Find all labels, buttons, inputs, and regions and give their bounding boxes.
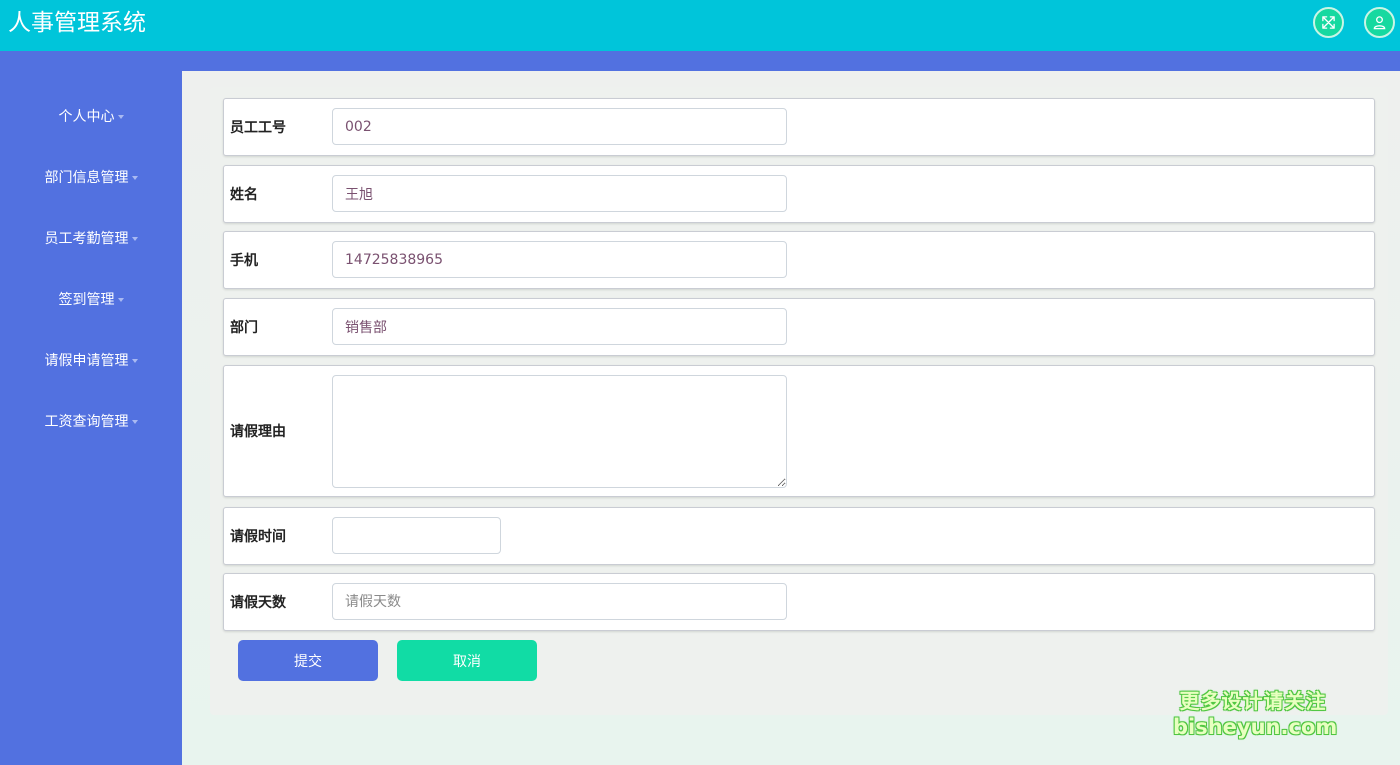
caret-down-icon — [131, 420, 138, 424]
sidebar-item-label: 签到管理 — [58, 292, 115, 308]
caret-down-icon — [131, 237, 138, 241]
caret-down-icon — [117, 115, 124, 119]
header-strip — [0, 51, 1400, 71]
row-employee-no: 员工工号 — [223, 98, 1375, 156]
expand-arrows-icon — [1322, 16, 1335, 29]
row-leave-reason: 请假理由 — [223, 365, 1375, 497]
watermark-line2: bisheyun.com — [1173, 715, 1338, 739]
sidebar: 个人中心 部门信息管理 员工考勤管理 签到管理 请假申请管理 工资查询管理 — [0, 71, 182, 765]
name-input[interactable] — [332, 175, 787, 212]
sidebar-item-label: 个人中心 — [58, 109, 115, 125]
employee-no-label: 员工工号 — [230, 120, 286, 136]
sidebar-item-sign-in[interactable]: 签到管理 — [0, 284, 182, 314]
leave-days-input[interactable] — [332, 583, 787, 620]
name-label: 姓名 — [230, 187, 258, 203]
cancel-button[interactable]: 取消 — [397, 640, 537, 681]
fullscreen-button[interactable] — [1313, 7, 1344, 38]
watermark: 更多设计请关注 bisheyun.com — [1173, 688, 1338, 740]
caret-down-icon — [117, 298, 124, 302]
row-leave-time: 请假时间 — [223, 507, 1375, 565]
phone-input[interactable] — [332, 241, 787, 278]
user-button[interactable] — [1364, 7, 1395, 38]
department-input[interactable] — [332, 308, 787, 345]
department-label: 部门 — [230, 320, 258, 336]
sidebar-item-label: 部门信息管理 — [44, 170, 129, 186]
caret-down-icon — [131, 359, 138, 363]
leave-time-input[interactable] — [332, 517, 501, 554]
watermark-line1: 更多设计请关注 — [1179, 689, 1327, 713]
leave-reason-label: 请假理由 — [230, 424, 286, 440]
leave-reason-textarea[interactable] — [332, 375, 787, 488]
row-name: 姓名 — [223, 165, 1375, 223]
sidebar-item-personal-center[interactable]: 个人中心 — [0, 101, 182, 131]
submit-button[interactable]: 提交 — [238, 640, 378, 681]
top-header: 人事管理系统 — [0, 0, 1400, 51]
caret-down-icon — [131, 176, 138, 180]
phone-label: 手机 — [230, 253, 258, 269]
leave-days-label: 请假天数 — [230, 595, 286, 611]
row-department: 部门 — [223, 298, 1375, 356]
row-phone: 手机 — [223, 231, 1375, 289]
row-leave-days: 请假天数 — [223, 573, 1375, 631]
sidebar-item-salary[interactable]: 工资查询管理 — [0, 406, 182, 436]
sidebar-item-department[interactable]: 部门信息管理 — [0, 162, 182, 192]
sidebar-item-label: 请假申请管理 — [44, 353, 129, 369]
leave-time-label: 请假时间 — [230, 529, 286, 545]
employee-no-input[interactable] — [332, 108, 787, 145]
user-icon — [1373, 16, 1386, 30]
app-title: 人事管理系统 — [8, 10, 146, 36]
sidebar-item-leave-request[interactable]: 请假申请管理 — [0, 345, 182, 375]
sidebar-item-label: 员工考勤管理 — [44, 231, 129, 247]
sidebar-item-attendance[interactable]: 员工考勤管理 — [0, 223, 182, 253]
sidebar-item-label: 工资查询管理 — [44, 414, 129, 430]
